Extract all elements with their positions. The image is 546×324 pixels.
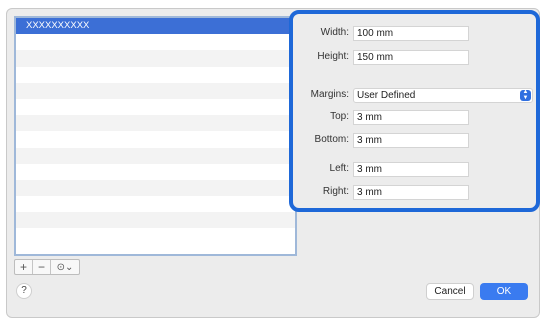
- action-menu-button[interactable]: ⊙⌄: [51, 260, 79, 274]
- right-margin-label: Right:: [322, 186, 349, 197]
- top-margin-label: Top:: [330, 111, 349, 122]
- bottom-margin-field[interactable]: 3 mm: [353, 133, 469, 148]
- remove-button[interactable]: −: [33, 260, 51, 274]
- right-margin-field[interactable]: 3 mm: [353, 185, 469, 200]
- list-item[interactable]: [16, 115, 295, 132]
- up-down-arrows-icon: ▲ ▼: [520, 89, 531, 101]
- list-item[interactable]: [16, 179, 295, 197]
- margins-label: Margins:: [310, 89, 349, 100]
- list-item[interactable]: [16, 67, 295, 83]
- list-item[interactable]: [16, 131, 295, 147]
- list-item[interactable]: [16, 50, 295, 67]
- cancel-button[interactable]: Cancel: [426, 283, 474, 300]
- height-field[interactable]: 150 mm: [353, 50, 469, 65]
- list-item[interactable]: XXXXXXXXXX: [16, 18, 295, 35]
- list-item[interactable]: [16, 147, 295, 164]
- margins-select-value: User Defined: [357, 90, 416, 101]
- add-button[interactable]: +: [15, 260, 33, 274]
- list-item[interactable]: [16, 82, 295, 99]
- list-item[interactable]: [16, 34, 295, 50]
- top-margin-field[interactable]: 3 mm: [353, 110, 469, 125]
- width-field[interactable]: 100 mm: [353, 26, 469, 41]
- paper-size-list[interactable]: XXXXXXXXXX: [14, 16, 297, 256]
- list-item[interactable]: [16, 196, 295, 212]
- help-button[interactable]: ?: [16, 283, 32, 299]
- width-label: Width:: [320, 27, 349, 38]
- height-label: Height:: [317, 51, 349, 62]
- list-item[interactable]: [16, 212, 295, 229]
- bottom-margin-label: Bottom:: [314, 134, 349, 145]
- ok-button[interactable]: OK: [480, 283, 528, 300]
- list-controls: + − ⊙⌄: [14, 259, 80, 275]
- margins-select[interactable]: User Defined ▲ ▼: [353, 88, 533, 103]
- list-item[interactable]: [16, 228, 295, 244]
- left-margin-field[interactable]: 3 mm: [353, 162, 469, 177]
- list-item[interactable]: [16, 99, 295, 115]
- paper-settings-panel: Width: 100 mm Height: 150 mm Margins: Us…: [289, 10, 540, 212]
- left-margin-label: Left:: [329, 163, 349, 174]
- list-item[interactable]: [16, 164, 295, 180]
